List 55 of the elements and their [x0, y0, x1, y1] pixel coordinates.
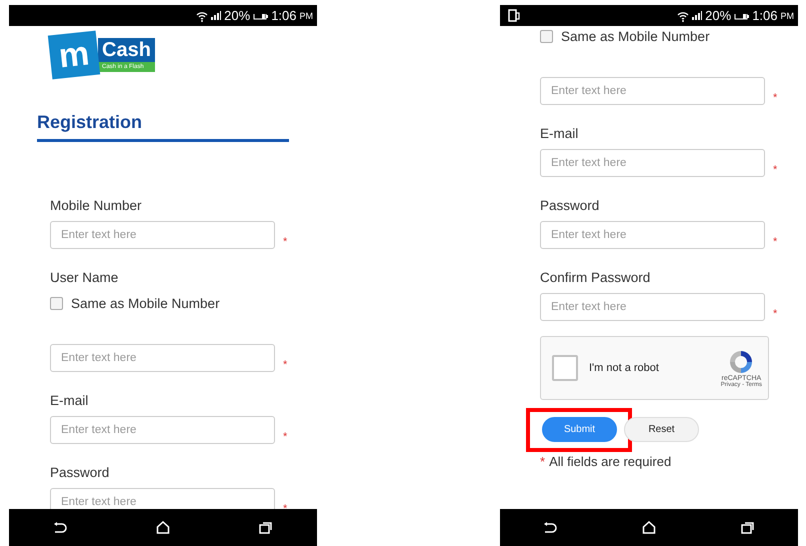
field-label: Confirm Password	[540, 269, 652, 287]
input-field[interactable]: Enter text here	[50, 344, 275, 372]
back-icon[interactable]	[542, 522, 557, 534]
required-mark: *	[283, 430, 288, 444]
required-mark: *	[283, 235, 288, 249]
field-label: Password	[540, 197, 600, 215]
required-mark: *	[773, 163, 778, 177]
page-heading: Registration	[37, 111, 144, 133]
checkbox[interactable]	[50, 296, 63, 310]
input-field[interactable]: Enter text here	[540, 221, 765, 249]
required-mark: *	[283, 502, 288, 509]
signal-icon	[211, 11, 222, 20]
required-note: All fields are required	[549, 454, 672, 469]
input-field[interactable]: Enter text here	[540, 149, 765, 177]
required-mark: *	[773, 91, 778, 105]
required-mark: *	[283, 358, 288, 372]
wifi-icon	[196, 10, 208, 22]
home-icon[interactable]	[642, 521, 656, 534]
back-icon[interactable]	[53, 522, 68, 534]
input-field[interactable]: Enter text here	[50, 416, 275, 444]
clock-meridiem: PM	[300, 10, 313, 20]
field-label: User Name	[50, 269, 120, 287]
recent-apps-icon[interactable]	[741, 521, 756, 534]
battery-icon	[734, 11, 750, 20]
input-field[interactable]: Enter text here	[50, 221, 275, 249]
captcha-label: I'm not a robot	[589, 362, 660, 374]
home-icon[interactable]	[156, 521, 170, 534]
logo-name: Cash	[101, 38, 152, 62]
field-label: Mobile Number	[50, 197, 143, 215]
battery-percent: 20%	[705, 8, 732, 23]
checkbox[interactable]	[540, 30, 553, 42]
clock-time: 1:06	[271, 8, 296, 23]
checkbox-label: Same as Mobile Number	[561, 28, 710, 44]
logo-letter: m	[48, 30, 100, 80]
battery-icon	[253, 11, 268, 20]
checkbox-label: Same as Mobile Number	[71, 296, 220, 310]
input-field[interactable]: Enter text here	[50, 488, 275, 509]
recaptcha-icon	[728, 348, 754, 374]
recent-apps-icon[interactable]	[258, 521, 273, 534]
input-field[interactable]: Enter text here	[540, 77, 765, 105]
field-label: E-mail	[540, 125, 580, 143]
field-label: Password	[50, 464, 110, 482]
field-label: E-mail	[50, 392, 90, 410]
required-mark: *	[773, 307, 778, 321]
input-field[interactable]: Enter text here	[540, 293, 765, 321]
clock-meridiem: PM	[780, 10, 794, 20]
required-mark: *	[773, 235, 778, 249]
battery-percent: 20%	[224, 8, 250, 23]
clock-time: 1:06	[752, 8, 778, 23]
required-mark: *	[540, 454, 546, 469]
signal-icon	[692, 11, 702, 20]
reset-button[interactable]: Reset	[624, 417, 699, 442]
captcha-checkbox[interactable]	[552, 355, 578, 381]
submit-button[interactable]: Submit	[542, 417, 617, 442]
wifi-icon	[677, 10, 690, 22]
